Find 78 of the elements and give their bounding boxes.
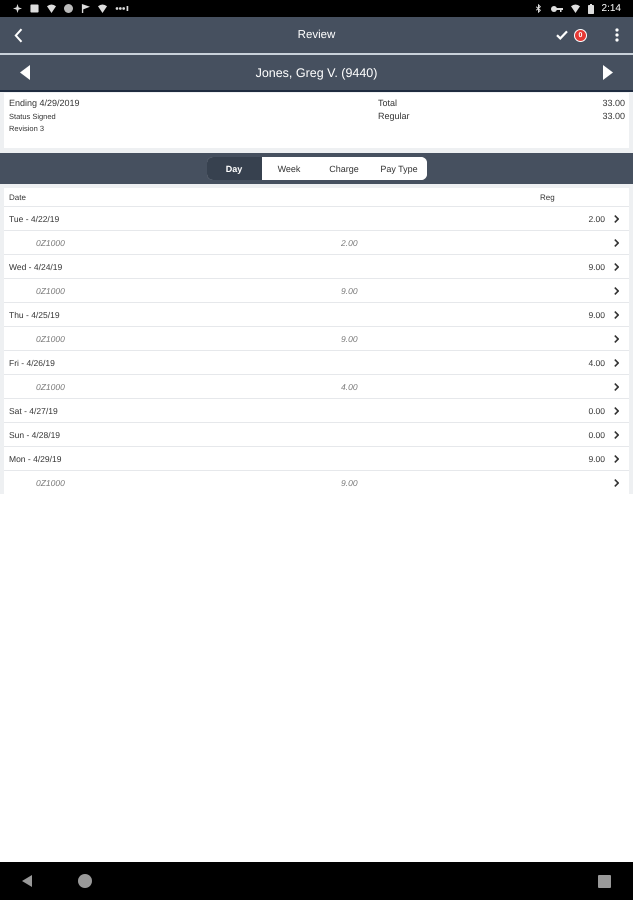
period-text: Ending 4/29/2019 xyxy=(9,98,81,109)
date-cell-text: Wed - 4/24/19 xyxy=(9,262,64,272)
battery-icon xyxy=(588,4,594,14)
total-value: 33.00 xyxy=(602,111,625,122)
home-icon[interactable] xyxy=(78,874,92,888)
hours-cell-text: 2.00 xyxy=(341,238,359,248)
dots-icon xyxy=(115,6,129,11)
date-cell-text: Sun - 4/28/19 xyxy=(9,430,62,440)
chevron-icon xyxy=(614,478,619,486)
date-cell-text: Thu - 4/25/19 xyxy=(9,310,61,320)
back-icon[interactable] xyxy=(14,28,23,42)
hours-cell: 2.00 xyxy=(588,214,605,224)
flag-icon xyxy=(81,4,90,13)
bluetooth-icon xyxy=(534,4,543,13)
chevron-icon xyxy=(614,286,619,294)
charge-row[interactable]: 0Z1000 9.00 xyxy=(4,326,629,350)
hours-cell: 9.00 xyxy=(588,310,605,320)
day-row[interactable]: Thu - 4/25/19 9.00 xyxy=(4,302,629,326)
charge-row[interactable]: 0Z1000 2.00 xyxy=(4,230,629,254)
hours-cell-text: 4.00 xyxy=(341,382,359,392)
hours-cell-text: 9.00 xyxy=(341,286,359,296)
clock-time: 2:14 xyxy=(602,2,621,14)
charge-code-cell-text: 0Z1000 xyxy=(36,478,66,488)
hours-cell-text: 9.00 xyxy=(341,478,359,488)
hours-cell-text: 9.00 xyxy=(341,334,359,344)
wifi-icon xyxy=(570,4,580,13)
next-arrow-icon[interactable] xyxy=(603,65,613,80)
key-icon xyxy=(550,4,563,12)
chevron-icon xyxy=(614,262,619,270)
date-cell-text: Mon - 4/29/19 xyxy=(9,454,62,464)
wifi-icon xyxy=(47,4,56,13)
wifi-icon xyxy=(98,4,107,13)
charge-code-cell-text: 0Z1000 xyxy=(36,334,66,344)
chevron-icon xyxy=(614,454,619,462)
hours-cell: 0.00 xyxy=(588,406,605,416)
star-icon xyxy=(13,4,22,13)
charge-row[interactable]: 0Z1000 4.00 xyxy=(4,374,629,398)
circle-icon xyxy=(64,4,73,13)
chevron-icon xyxy=(614,358,619,366)
day-row[interactable]: Fri - 4/26/19 4.00 xyxy=(4,350,629,374)
chevron-icon xyxy=(614,214,619,222)
screen-title: Review xyxy=(298,29,336,41)
day-row[interactable]: Sat - 4/27/19 0.00 xyxy=(4,398,629,422)
image-icon xyxy=(30,4,39,13)
charge-row[interactable]: 0Z1000 9.00 xyxy=(4,278,629,302)
chevron-icon xyxy=(614,382,619,390)
hours-cell: 9.00 xyxy=(588,262,605,272)
chevron-icon xyxy=(614,310,619,318)
more-menu-icon[interactable] xyxy=(615,28,619,42)
total-value: 33.00 xyxy=(602,98,625,109)
check-icon[interactable] xyxy=(556,30,568,40)
hours-cell: 4.00 xyxy=(588,358,605,368)
view-tab[interactable]: Day xyxy=(206,157,262,180)
date-cell-text: Sat - 4/27/19 xyxy=(9,406,59,416)
charge-code-cell-text: 0Z1000 xyxy=(36,382,66,392)
previous-arrow-icon[interactable] xyxy=(20,65,30,80)
column-header: Reg xyxy=(540,192,555,202)
charge-row[interactable]: 0Z1000 9.00 xyxy=(4,470,629,494)
chevron-icon xyxy=(614,406,619,414)
day-row[interactable]: Tue - 4/22/19 2.00 xyxy=(4,206,629,230)
chevron-icon xyxy=(614,430,619,438)
date-cell-text: Fri - 4/26/19 xyxy=(9,358,56,368)
charge-code-cell-text: 0Z1000 xyxy=(36,286,66,296)
recents-icon[interactable] xyxy=(598,874,611,888)
day-row[interactable]: Sun - 4/28/19 0.00 xyxy=(4,422,629,446)
chevron-icon xyxy=(614,334,619,342)
employee-name: Jones, Greg V. (9440) xyxy=(256,66,378,80)
day-row[interactable]: Mon - 4/29/19 9.00 xyxy=(4,446,629,470)
back-icon[interactable] xyxy=(22,875,32,887)
hours-cell: 9.00 xyxy=(588,454,605,464)
date-cell-text: Tue - 4/22/19 xyxy=(9,214,60,224)
hours-cell: 0.00 xyxy=(588,430,605,440)
total-label: Regular xyxy=(378,111,410,122)
charge-code-cell-text: 0Z1000 xyxy=(36,238,66,248)
total-label: Total xyxy=(378,98,398,109)
column-header: Date xyxy=(9,192,27,202)
day-row[interactable]: Wed - 4/24/19 9.00 xyxy=(4,254,629,278)
chevron-icon xyxy=(614,238,619,246)
